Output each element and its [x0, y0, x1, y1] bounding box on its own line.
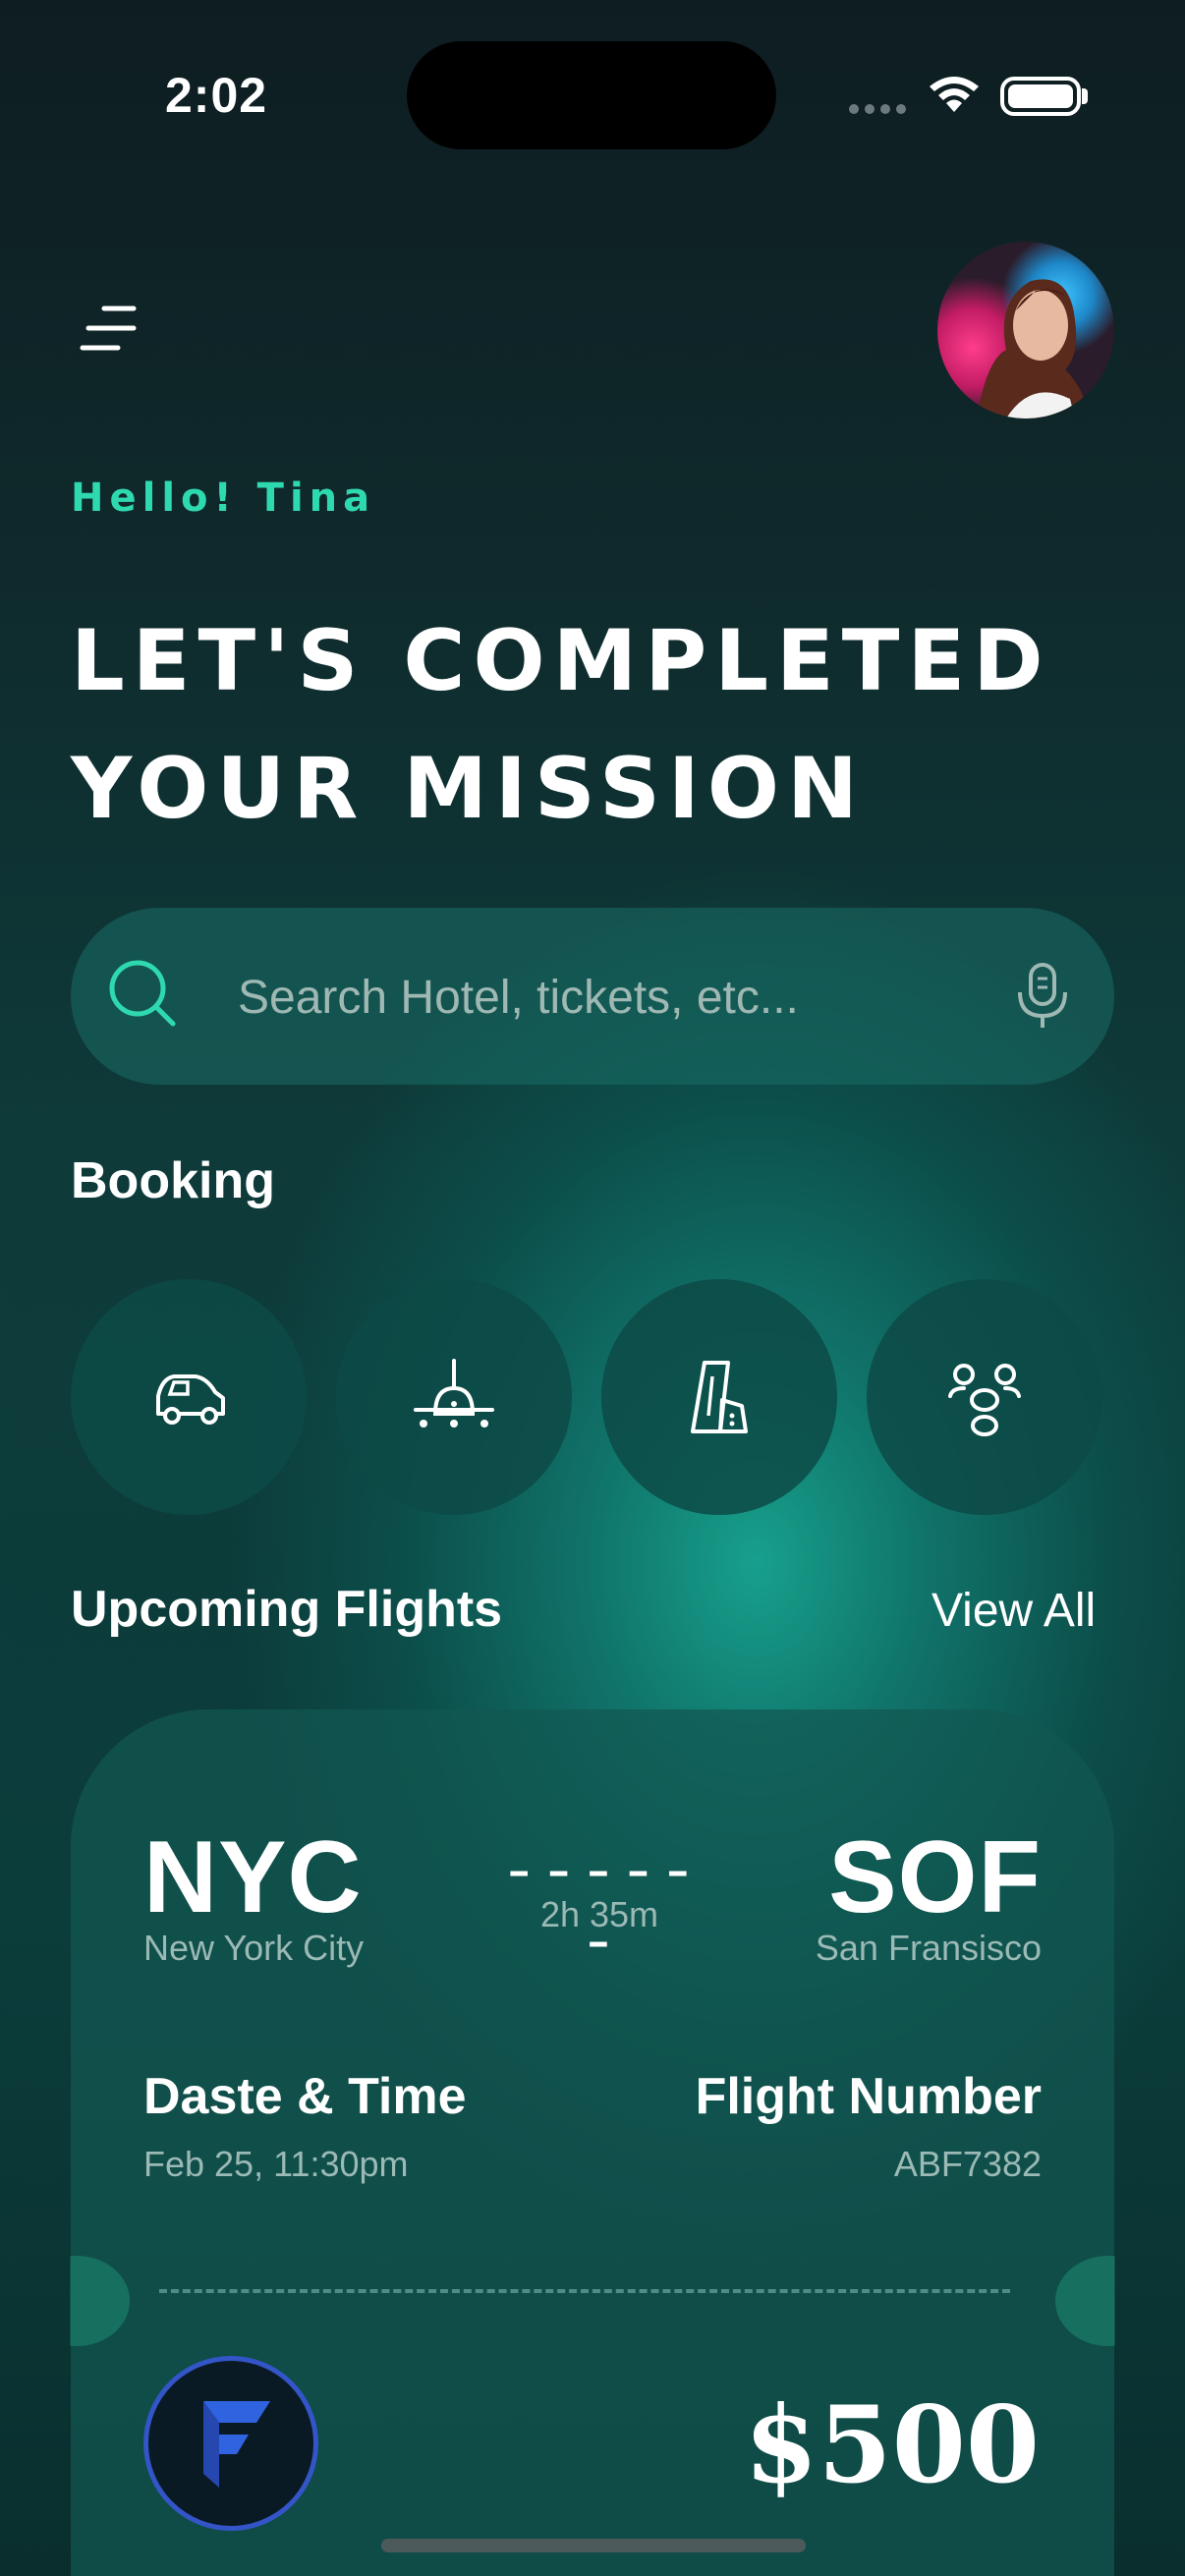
- hotel-icon: [691, 1361, 748, 1433]
- avatar[interactable]: [937, 242, 1114, 419]
- home-indicator[interactable]: [381, 2539, 806, 2552]
- flight-price: $500: [744, 2383, 1040, 2507]
- booking-hotel-button[interactable]: [601, 1279, 837, 1515]
- greeting: Hello! Tina: [71, 476, 376, 521]
- date-time-label: Daste & Time: [143, 2068, 467, 2125]
- headline-line-1: LET'S COMPLETED: [71, 612, 1051, 710]
- origin-city: New York City: [143, 1928, 365, 1968]
- car-icon: [156, 1374, 225, 1425]
- view-all-link[interactable]: View All: [931, 1584, 1096, 1638]
- airline-f-logo-icon: [203, 2401, 270, 2488]
- booking-flight-button[interactable]: [336, 1279, 572, 1515]
- battery-icon: [1000, 77, 1081, 116]
- cellular-signal-icon: [849, 104, 908, 114]
- search-input[interactable]: [238, 963, 945, 1032]
- dynamic-island: [407, 41, 776, 149]
- booking-car-button[interactable]: [71, 1279, 307, 1515]
- destination-city: San Fransisco: [815, 1928, 1042, 1968]
- group-icon: [948, 1364, 1021, 1436]
- page-title: LET'S COMPLETED YOUR MISSION: [71, 597, 1132, 853]
- avatar-portrait: [977, 279, 1090, 419]
- menu-icon[interactable]: [79, 303, 138, 356]
- wifi-icon: [930, 77, 979, 112]
- search-icon: [109, 960, 176, 1027]
- battery-nub: [1082, 88, 1088, 104]
- headline-line-2: YOUR MISSION: [71, 740, 866, 838]
- flight-number-label: Flight Number: [695, 2068, 1042, 2125]
- destination-code: SOF: [828, 1820, 1042, 1934]
- flight-number-value: ABF7382: [893, 2144, 1042, 2184]
- ticket-notch-right: [1055, 2256, 1115, 2346]
- plane-icon: [414, 1359, 494, 1428]
- ticket-divider: [159, 2289, 1010, 2293]
- upcoming-flights-title: Upcoming Flights: [71, 1581, 503, 1638]
- airline-logo: [143, 2356, 318, 2531]
- flight-duration: 2h 35m: [539, 1894, 659, 1934]
- ticket-notch-left: [70, 2256, 130, 2346]
- status-time: 2:02: [165, 68, 268, 123]
- origin-code: NYC: [143, 1820, 363, 1934]
- booking-group-button[interactable]: [867, 1279, 1102, 1515]
- date-time-value: Feb 25, 11:30pm: [143, 2144, 409, 2184]
- microphone-icon[interactable]: [1012, 961, 1073, 1032]
- booking-title: Booking: [71, 1152, 275, 1209]
